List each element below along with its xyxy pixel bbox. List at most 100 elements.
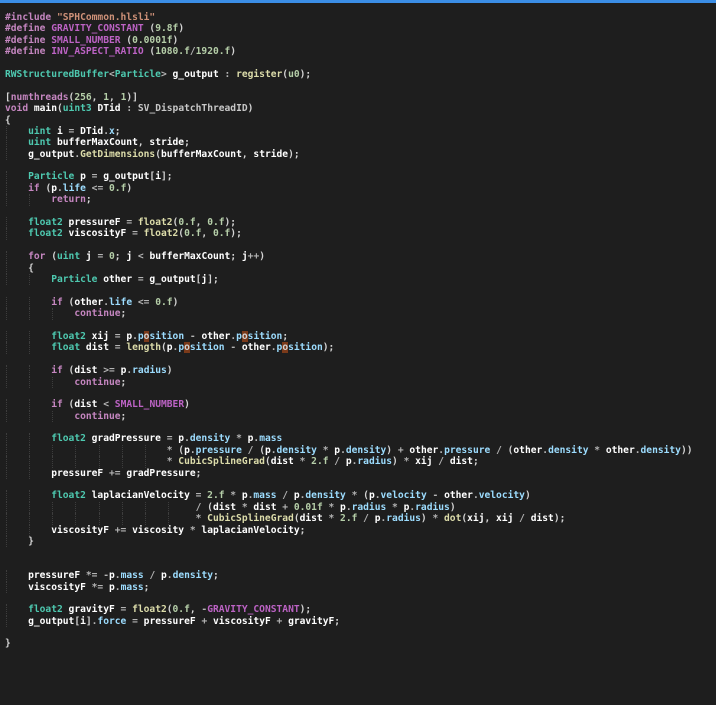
code-line[interactable]: #define SMALL_NUMBER (0.0001f) xyxy=(5,35,716,46)
code-token: , xyxy=(91,91,104,103)
code-line[interactable]: * CubicSplineGrad(dist * 2.f / p.radius)… xyxy=(5,513,716,525)
code-line[interactable]: * (p.pressure / (p.density * p.density) … xyxy=(5,444,716,457)
code-line[interactable]: #include "SPHCommon.hlsli" xyxy=(5,12,716,23)
code-line[interactable] xyxy=(5,354,716,365)
code-line[interactable]: [numthreads(256, 1, 1)] xyxy=(5,92,716,103)
code-token: radius xyxy=(357,456,393,468)
code-line[interactable]: continue; xyxy=(5,308,716,320)
code-line[interactable]: for (uint j = 0; j < bufferMaxCount; j++… xyxy=(5,251,716,263)
code-token: p xyxy=(120,330,133,342)
code-token: Particle xyxy=(114,68,161,80)
code-line[interactable] xyxy=(5,80,716,91)
code-token: density xyxy=(305,490,346,502)
code-line[interactable] xyxy=(5,559,716,570)
code-line[interactable]: float dist = length(p.position - other.p… xyxy=(5,342,716,354)
code-token: density xyxy=(548,444,589,456)
code-line-text: continue; xyxy=(5,308,126,319)
code-token: ; xyxy=(120,308,127,320)
code-token: other xyxy=(241,342,271,354)
code-line-text: #define GRAVITY_CONSTANT (9.8f) xyxy=(5,23,184,34)
code-token: numthreads xyxy=(10,91,69,103)
code-line[interactable] xyxy=(5,627,716,638)
code-token: / xyxy=(143,570,161,582)
code-line[interactable]: #define INV_ASPECT_RATIO (1080.f/1920.f) xyxy=(5,46,716,57)
code-token: / xyxy=(195,501,208,513)
code-line[interactable]: if (dist < SMALL_NUMBER) xyxy=(5,399,716,411)
code-line[interactable]: if (other.life <= 0.f) xyxy=(5,296,716,309)
code-line[interactable]: float2 gravityF = float2(0.f, -GRAVITY_C… xyxy=(5,604,716,616)
code-line[interactable]: float2 pressureF = float2(0.f, 0.f); xyxy=(5,217,716,229)
code-token: ( xyxy=(143,23,156,35)
code-line[interactable]: * CubicSplineGrad(dist * 2.f / p.radius)… xyxy=(5,456,716,468)
code-line[interactable]: float2 gradPressure = p.density * p.mass xyxy=(5,433,716,445)
code-line[interactable] xyxy=(5,593,716,604)
code-line-text: if (dist < SMALL_NUMBER) xyxy=(5,399,190,410)
code-line[interactable]: viscosityF += viscosity * laplacianVeloc… xyxy=(5,524,716,536)
code-line-text: / (dist * dist + 0.01f * p.radius * p.ra… xyxy=(5,502,456,513)
code-line[interactable]: pressureF += gradPressure; xyxy=(5,467,716,480)
code-line[interactable]: uint bufferMaxCount, stride; xyxy=(5,137,716,149)
code-token: xij xyxy=(496,513,520,525)
code-token: : xyxy=(218,68,237,80)
code-line[interactable]: } xyxy=(5,535,716,548)
code-line[interactable]: float2 xij = p.position - other.position… xyxy=(5,330,716,343)
code-line[interactable] xyxy=(5,58,716,69)
code-token: mass xyxy=(120,570,144,582)
code-line[interactable]: viscosityF *= p.mass; xyxy=(5,581,716,593)
code-line[interactable]: if (p.life <= 0.f) xyxy=(5,182,716,195)
code-token: viscosityF xyxy=(62,228,133,240)
code-line[interactable]: #define GRAVITY_CONSTANT (9.8f) xyxy=(5,23,716,34)
code-token: , xyxy=(137,137,150,149)
code-line[interactable]: continue; xyxy=(5,410,716,423)
code-token: float xyxy=(51,342,81,354)
code-line[interactable] xyxy=(5,240,716,251)
code-line[interactable] xyxy=(5,547,716,558)
code-line[interactable]: { xyxy=(5,115,716,126)
code-line[interactable]: uint i = DTid.x; xyxy=(5,125,716,138)
code-line[interactable]: pressureF *= -p.mass / p.density; xyxy=(5,570,716,582)
code-token: * xyxy=(166,444,179,456)
code-token: * xyxy=(588,444,606,456)
code-line[interactable]: float2 laplacianVelocity = 2.f * p.mass … xyxy=(5,490,716,502)
code-line[interactable]: return; xyxy=(5,194,716,206)
code-line[interactable]: / (dist * dist + 0.01f * p.radius * p.ra… xyxy=(5,501,716,514)
code-line-text: if (p.life <= 0.f) xyxy=(5,183,132,194)
code-token: >= xyxy=(103,365,115,377)
code-token: gradPressure xyxy=(85,433,167,445)
code-editor[interactable]: #include "SPHCommon.hlsli" #define GRAVIT… xyxy=(5,12,716,705)
code-token: = xyxy=(126,615,144,627)
code-line[interactable]: RWStructuredBuffer<Particle> g_output : … xyxy=(5,69,716,80)
code-token: 9.8f xyxy=(155,23,179,35)
code-token: velocity xyxy=(478,490,525,502)
code-line[interactable]: float2 viscosityF = float2(0.f, 0.f); xyxy=(5,228,716,240)
code-line[interactable]: void main(uint3 DTid : SV_DispatchThread… xyxy=(5,103,716,114)
code-line[interactable]: } xyxy=(5,638,716,649)
code-line[interactable] xyxy=(5,388,716,399)
code-line[interactable]: continue; xyxy=(5,376,716,388)
code-line[interactable] xyxy=(5,422,716,433)
code-line[interactable]: if (dist >= p.radius) xyxy=(5,365,716,377)
code-line-text: float2 pressureF = float2(0.f, 0.f); xyxy=(5,217,236,228)
code-line[interactable]: g_output.GetDimensions(bufferMaxCount, s… xyxy=(5,148,716,161)
code-line[interactable]: { xyxy=(5,262,716,274)
code-token: ) xyxy=(172,34,179,46)
code-token: ); xyxy=(322,342,335,354)
code-line[interactable] xyxy=(5,285,716,296)
code-token: * xyxy=(397,456,416,468)
code-line[interactable] xyxy=(5,206,716,217)
code-line-text: Particle p = g_output[i]; xyxy=(5,171,172,182)
code-line[interactable] xyxy=(5,160,716,171)
code-token: g_output xyxy=(28,148,75,160)
code-line[interactable] xyxy=(5,479,716,490)
code-token: i xyxy=(51,125,69,137)
code-line[interactable]: Particle other = g_output[j]; xyxy=(5,273,716,286)
code-line[interactable]: Particle p = g_output[i]; xyxy=(5,171,716,183)
code-line[interactable]: g_output[i].force = pressureF + viscosit… xyxy=(5,615,716,628)
code-line[interactable] xyxy=(5,320,716,331)
